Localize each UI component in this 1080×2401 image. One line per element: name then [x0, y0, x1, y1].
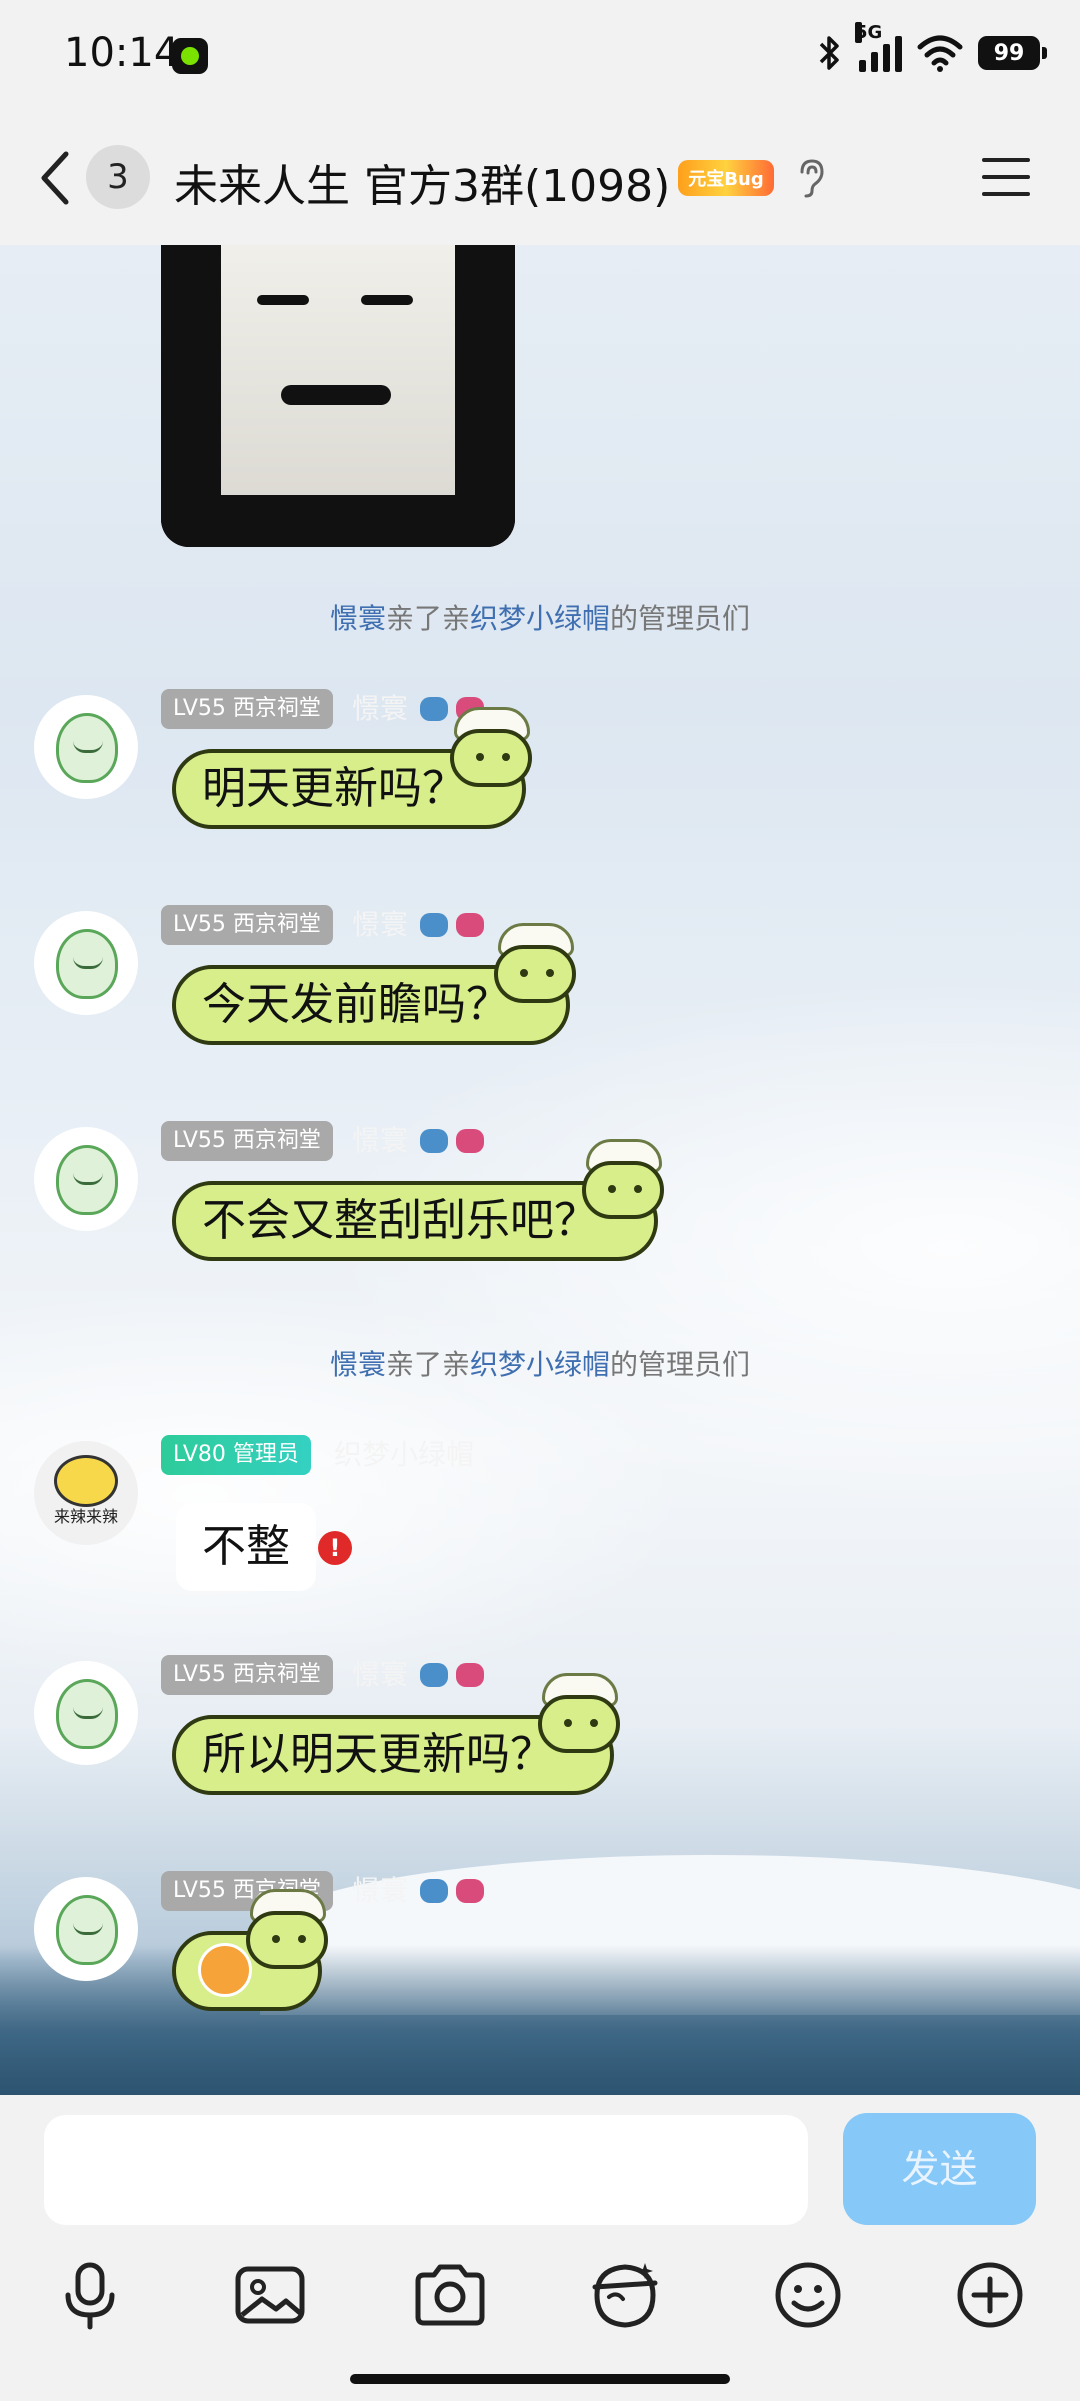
nickname-badge-icons	[420, 1129, 492, 1157]
bubble-pet-decoration	[576, 1139, 668, 1219]
sender-nickname[interactable]: 织梦小绿帽	[334, 1435, 474, 1475]
member-level-badge: LV55 西京祠堂	[161, 905, 333, 945]
nickname-badge-icons	[420, 913, 492, 941]
image-icon[interactable]	[230, 2255, 310, 2335]
notice-actor[interactable]: 憬寰	[330, 1348, 386, 1381]
sender-nickname[interactable]: 憬寰	[352, 1871, 408, 1911]
wifi-icon	[917, 35, 963, 72]
message-bubble[interactable]: 明天更新吗？	[172, 707, 532, 829]
bubble-pet-decoration	[488, 923, 580, 1003]
avatar-caption: 来辣来辣	[53, 1507, 118, 1526]
status-bar: 10:14 5G 99	[0, 0, 1080, 110]
message-text: 所以明天更新吗？	[202, 1729, 554, 1780]
plus-circle-icon[interactable]	[950, 2255, 1030, 2335]
message-input[interactable]	[44, 2115, 808, 2225]
notice-suffix: 的管理员们	[610, 1348, 751, 1381]
member-level-badge: LV55 西京祠堂	[161, 1121, 333, 1161]
message-text: 今天发前瞻吗？	[202, 979, 510, 1030]
network-type-label: 5G	[855, 22, 883, 43]
nickname-badge-icons	[420, 1879, 492, 1907]
meme-image[interactable]	[161, 245, 515, 547]
member-level-badge: LV55 西京祠堂	[161, 1655, 333, 1695]
message-item: 来辣来辣 LV80 管理员 织梦小绿帽 不整 !	[0, 1435, 1080, 1625]
message-bubble[interactable]: 不会又整刮刮乐吧？	[172, 1139, 664, 1261]
status-icons: 5G 99	[815, 22, 1047, 74]
avatar[interactable]: 来辣来辣	[34, 1441, 138, 1545]
sender-nickname[interactable]: 憬寰	[352, 689, 408, 729]
nickname-badge-icons	[420, 1663, 492, 1691]
hamburger-menu-icon[interactable]	[980, 156, 1032, 198]
notice-target[interactable]: 织梦小绿帽	[470, 1348, 610, 1381]
message-bubble[interactable]: 今天发前瞻吗？	[172, 923, 576, 1045]
avatar[interactable]	[34, 1127, 138, 1231]
face-mask-icon[interactable]	[585, 2255, 665, 2335]
system-notice: 憬寰亲了亲织梦小绿帽的管理员们	[0, 597, 1080, 637]
camera-icon[interactable]	[410, 2255, 490, 2335]
send-button[interactable]: 发送	[843, 2113, 1036, 2225]
send-failed-icon[interactable]: !	[318, 1531, 352, 1565]
sender-nickname[interactable]: 憬寰	[352, 1655, 408, 1695]
message-item: LV55 西京祠堂 憬寰 明天更新吗？	[0, 689, 1080, 879]
chat-header: 3 未来人生 官方3群(1098) 元宝Bug	[0, 110, 1080, 245]
notice-verb: 亲了亲	[385, 1348, 470, 1381]
message-text: 不会又整刮刮乐吧？	[202, 1195, 598, 1246]
clock: 10:14	[64, 30, 180, 76]
bubble-pet-decoration	[444, 707, 536, 787]
chat-message-list[interactable]: 憬寰亲了亲织梦小绿帽的管理员们 LV55 西京祠堂 憬寰 明天更新吗？ LV55…	[0, 245, 1080, 2095]
home-indicator[interactable]	[350, 2374, 730, 2384]
bubble-pet-decoration	[240, 1889, 332, 1969]
message-item: LV55 西京祠堂 憬寰	[0, 1871, 1080, 2061]
notice-suffix: 的管理员们	[610, 602, 751, 635]
message-item: LV55 西京祠堂 憬寰 所以明天更新吗？	[0, 1655, 1080, 1845]
avatar[interactable]	[34, 695, 138, 799]
admin-level-badge: LV80 管理员	[161, 1435, 311, 1475]
smile-icon[interactable]	[768, 2255, 848, 2335]
notice-verb: 亲了亲	[385, 602, 470, 635]
message-bubble[interactable]: 所以明天更新吗？	[172, 1673, 620, 1795]
bluetooth-icon	[819, 36, 839, 70]
member-level-badge: LV55 西京祠堂	[161, 689, 333, 729]
notice-actor[interactable]: 憬寰	[330, 602, 386, 635]
battery-indicator: 99	[978, 36, 1047, 70]
message-item: LV55 西京祠堂 憬寰 不会又整刮刮乐吧？	[0, 1121, 1080, 1311]
group-title[interactable]: 未来人生 官方3群(1098)	[174, 150, 670, 214]
avatar[interactable]	[34, 911, 138, 1015]
app-notification-icon	[172, 38, 208, 74]
system-notice: 憬寰亲了亲织梦小绿帽的管理员们	[0, 1343, 1080, 1383]
group-badge[interactable]: 元宝Bug	[678, 160, 774, 196]
avatar[interactable]	[34, 1661, 138, 1765]
bubble-pet-decoration	[532, 1673, 624, 1753]
cellular-signal-icon: 5G	[855, 22, 902, 72]
sender-nickname[interactable]: 憬寰	[352, 1121, 408, 1161]
message-item: LV55 西京祠堂 憬寰 今天发前瞻吗？	[0, 905, 1080, 1095]
sticker-message[interactable]	[172, 1889, 328, 2011]
message-bubble[interactable]: 不整	[176, 1503, 316, 1591]
chevron-left-icon[interactable]	[36, 148, 76, 208]
unread-count-badge[interactable]: 3	[86, 145, 150, 209]
sender-nickname[interactable]: 憬寰	[352, 905, 408, 945]
avatar[interactable]	[34, 1877, 138, 1981]
input-toolbar	[0, 2255, 1080, 2355]
message-text: 明天更新吗？	[202, 763, 466, 814]
notice-target[interactable]: 织梦小绿帽	[470, 602, 610, 635]
input-bar: 发送	[0, 2095, 1080, 2401]
microphone-icon[interactable]	[50, 2255, 130, 2335]
ear-icon[interactable]	[796, 158, 826, 198]
